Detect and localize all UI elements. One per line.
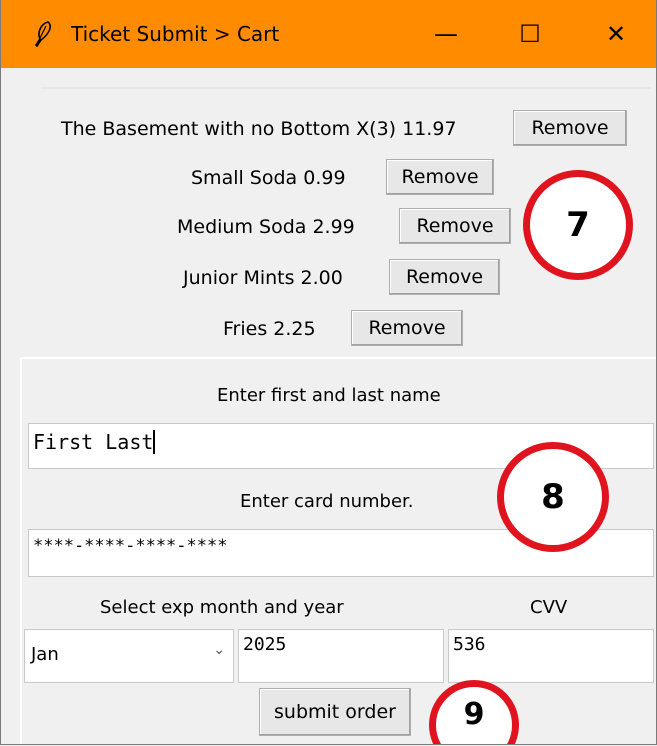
maximize-button[interactable]: ☐ xyxy=(495,10,565,58)
remove-button[interactable]: Remove xyxy=(513,110,627,146)
submit-order-button[interactable]: submit order xyxy=(259,688,411,736)
year-input-value: 2025 xyxy=(243,634,287,655)
annotation-marker-8: 8 xyxy=(497,442,609,552)
annotation-number: 9 xyxy=(463,696,485,732)
annotation-number: 8 xyxy=(541,477,565,517)
maximize-icon: ☐ xyxy=(519,20,541,48)
name-input-value: First Last xyxy=(33,430,154,454)
cvv-label: CVV xyxy=(530,597,568,618)
name-label: Enter first and last name xyxy=(217,385,441,406)
text-caret xyxy=(153,430,156,454)
month-select-value: Jan xyxy=(31,644,59,665)
minimize-button[interactable]: — xyxy=(411,10,481,58)
minimize-icon: — xyxy=(434,20,458,48)
month-select[interactable]: Jan ⌄ xyxy=(24,629,234,683)
remove-button[interactable]: Remove xyxy=(399,208,511,244)
remove-button[interactable]: Remove xyxy=(386,159,494,195)
cart-item-text: Medium Soda 2.99 xyxy=(177,216,355,238)
cart-item-text: Fries 2.25 xyxy=(223,318,316,340)
cart-item: Fries 2.25 Remove xyxy=(1,310,656,352)
cvv-input-value: 536 xyxy=(453,634,486,655)
window-title: Ticket Submit > Cart xyxy=(71,22,280,46)
card-number-value: ****-****-****-**** xyxy=(33,536,228,556)
title-bar: Ticket Submit > Cart — ☐ ✕ xyxy=(1,0,656,68)
card-label: Enter card number. xyxy=(240,491,414,512)
cart-item-text: Small Soda 0.99 xyxy=(191,167,346,189)
remove-button[interactable]: Remove xyxy=(351,310,463,346)
close-icon: ✕ xyxy=(605,20,627,48)
remove-button[interactable]: Remove xyxy=(389,259,500,295)
app-window: Ticket Submit > Cart — ☐ ✕ The Basement … xyxy=(0,0,657,745)
annotation-number: 7 xyxy=(566,205,590,245)
annotation-marker-7: 7 xyxy=(523,170,633,280)
cvv-input[interactable]: 536 xyxy=(448,629,654,683)
year-input[interactable]: 2025 xyxy=(238,629,444,683)
feather-icon xyxy=(31,20,55,48)
separator xyxy=(41,87,651,89)
chevron-down-icon[interactable]: ⌄ xyxy=(213,642,225,658)
cart-item: The Basement with no Bottom X(3) 11.97 R… xyxy=(1,110,656,152)
cart-item-text: Junior Mints 2.00 xyxy=(183,267,343,289)
cart-item-text: The Basement with no Bottom X(3) 11.97 xyxy=(61,118,457,140)
exp-label: Select exp month and year xyxy=(100,597,344,618)
close-button[interactable]: ✕ xyxy=(581,10,651,58)
